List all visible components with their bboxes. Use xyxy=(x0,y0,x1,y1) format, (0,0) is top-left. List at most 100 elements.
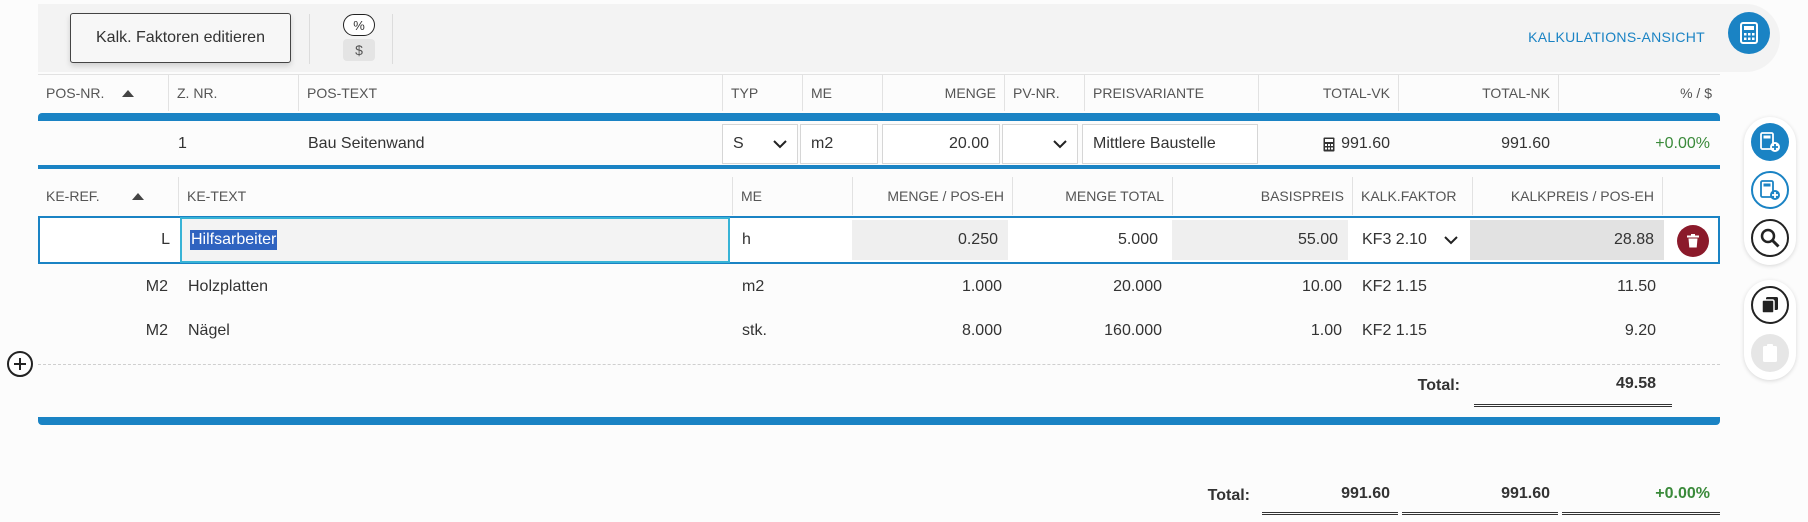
menge-pos-eh-cell[interactable]: 8.000 xyxy=(852,311,1012,351)
copy-button[interactable] xyxy=(1751,286,1789,324)
plus-circle-icon xyxy=(14,358,26,370)
col-kalkfaktor[interactable]: KALK.FAKTOR xyxy=(1352,177,1472,215)
copy-icon xyxy=(1761,297,1778,314)
typ-select[interactable]: S xyxy=(722,124,798,164)
me-input[interactable]: m2 xyxy=(800,124,878,164)
ke-table-header: KE-REF. KE-TEXT ME MENGE / POS-EH MENGE … xyxy=(38,177,1720,215)
grand-total-nk: 991.60 xyxy=(1501,485,1550,502)
grand-total-underline xyxy=(1562,512,1720,515)
ke-me-cell[interactable]: m2 xyxy=(732,267,852,307)
preisvariante-field[interactable]: Mittlere Baustelle xyxy=(1082,124,1258,164)
clipboard-icon xyxy=(1763,344,1777,362)
basispreis-cell[interactable]: 10.00 xyxy=(1172,267,1352,307)
col-pos-nr[interactable]: POS-NR. xyxy=(38,75,168,111)
typ-value: S xyxy=(733,135,744,152)
calculator-icon xyxy=(1323,137,1335,151)
pv-nr-select[interactable] xyxy=(1002,124,1078,164)
toolbar-divider xyxy=(392,14,393,64)
col-total-vk[interactable]: TOTAL-VK xyxy=(1258,75,1398,111)
col-ke-me[interactable]: ME xyxy=(732,177,852,215)
search-button[interactable] xyxy=(1751,219,1789,257)
add-calc-element-button[interactable] xyxy=(1751,123,1789,161)
delete-row-button[interactable] xyxy=(1677,225,1709,257)
sort-ascending-icon xyxy=(122,89,135,97)
clipboard-action-group xyxy=(1744,280,1796,380)
chevron-down-icon xyxy=(773,139,787,148)
ke-me-input[interactable]: h xyxy=(732,220,848,260)
ke-ref-cell: M2 xyxy=(145,322,168,339)
ke-ref-cell: M2 xyxy=(145,278,168,295)
pos-text-cell[interactable]: Bau Seitenwand xyxy=(298,124,722,164)
pos-table-header: POS-NR. Z. NR. POS-TEXT TYP ME MENGE PV-… xyxy=(38,74,1720,111)
col-me[interactable]: ME xyxy=(802,75,882,111)
ke-text-cell[interactable]: Holzplatten xyxy=(178,267,732,307)
edit-factors-button[interactable]: Kalk. Faktoren editieren xyxy=(70,13,291,63)
basispreis-cell[interactable]: 1.00 xyxy=(1172,311,1352,351)
col-total-nk[interactable]: TOTAL-NK xyxy=(1398,75,1558,111)
grand-total-underline xyxy=(1262,512,1398,515)
total-nk-cell: 991.60 xyxy=(1501,135,1550,152)
col-menge[interactable]: MENGE xyxy=(882,75,1004,111)
total-vk-cell: 991.60 xyxy=(1262,124,1400,164)
calculation-view-link[interactable]: KALKULATIONS-ANSICHT xyxy=(1500,29,1705,45)
col-ke-text[interactable]: KE-TEXT xyxy=(178,177,732,215)
kalkfaktor-cell[interactable]: KF2 1.15 xyxy=(1352,311,1472,351)
menge-total-cell[interactable]: 20.000 xyxy=(1012,267,1172,307)
col-percent[interactable]: % / $ xyxy=(1558,75,1720,111)
calculator-plus-icon xyxy=(1760,132,1780,152)
add-row-button[interactable] xyxy=(7,351,33,377)
paste-button[interactable] xyxy=(1751,334,1789,372)
percent-cell: +0.00% xyxy=(1655,135,1710,152)
grand-total-vk: 991.60 xyxy=(1341,485,1390,502)
total-vk-value: 991.60 xyxy=(1341,135,1390,152)
menge-pos-eh-cell[interactable]: 1.000 xyxy=(852,267,1012,307)
kalkfaktor-value: KF3 2.10 xyxy=(1362,231,1427,248)
col-kalkpreis-pos-eh[interactable]: KALKPREIS / POS-EH xyxy=(1472,177,1662,215)
ke-text-cell[interactable]: Nägel xyxy=(178,311,732,351)
dollar-option[interactable]: $ xyxy=(343,39,375,61)
chevron-down-icon xyxy=(1444,235,1458,244)
basispreis-input[interactable]: 55.00 xyxy=(1172,220,1348,260)
kalkpreis-cell: 9.20 xyxy=(1624,322,1656,339)
col-basispreis[interactable]: BASISPREIS xyxy=(1172,177,1352,215)
ke-me-cell[interactable]: stk. xyxy=(732,311,852,351)
currency-percent-toggle[interactable]: % $ xyxy=(341,13,377,63)
col-pv-nr[interactable]: PV-NR. xyxy=(1004,75,1084,111)
col-pos-text[interactable]: POS-TEXT xyxy=(298,75,722,111)
insert-row-line xyxy=(38,364,1720,365)
col-typ[interactable]: TYP xyxy=(722,75,802,111)
menge-total-cell[interactable]: 160.000 xyxy=(1012,311,1172,351)
chevron-down-icon xyxy=(1053,139,1067,148)
col-z-nr[interactable]: Z. NR. xyxy=(168,75,298,111)
ke-ref-cell: L xyxy=(161,231,170,248)
menge-input[interactable]: 20.00 xyxy=(882,124,1000,164)
magnifier-icon xyxy=(1760,228,1780,248)
col-actions xyxy=(1662,177,1720,215)
grand-total-pct: +0.00% xyxy=(1655,485,1710,502)
kalkfaktor-select[interactable]: KF3 2.10 xyxy=(1352,220,1468,260)
sort-ascending-icon xyxy=(131,192,144,200)
ke-total-value: 49.58 xyxy=(1615,375,1656,392)
col-ke-ref[interactable]: KE-REF. xyxy=(38,177,178,215)
ke-text-input[interactable]: Hilfsarbeiter xyxy=(180,217,730,263)
grand-total-label: Total: xyxy=(1207,487,1250,504)
ke-total-underline xyxy=(1474,404,1672,407)
calculation-view-button[interactable] xyxy=(1728,12,1770,54)
col-menge-total[interactable]: MENGE TOTAL xyxy=(1012,177,1172,215)
menge-pos-eh-input[interactable]: 0.250 xyxy=(852,220,1008,260)
col-menge-pos-eh[interactable]: MENGE / POS-EH xyxy=(852,177,1012,215)
grand-total-underline xyxy=(1402,512,1558,515)
kalkpreis-cell: 11.50 xyxy=(1617,278,1656,295)
add-calc-position-button[interactable] xyxy=(1751,171,1789,209)
toolbar-divider xyxy=(309,14,310,64)
kalkpreis-input[interactable]: 28.88 xyxy=(1470,220,1664,260)
menge-total-input[interactable]: 5.000 xyxy=(1012,220,1168,260)
position-bar-top xyxy=(38,113,1720,121)
ke-total-label: Total: xyxy=(1417,377,1460,394)
kalkfaktor-cell[interactable]: KF2 1.15 xyxy=(1352,267,1472,307)
ke-text-selection: Hilfsarbeiter xyxy=(190,230,278,250)
calculator-icon xyxy=(1740,22,1758,44)
percent-option[interactable]: % xyxy=(343,14,375,36)
calculator-plus-icon xyxy=(1760,180,1780,200)
side-action-group xyxy=(1744,117,1796,265)
